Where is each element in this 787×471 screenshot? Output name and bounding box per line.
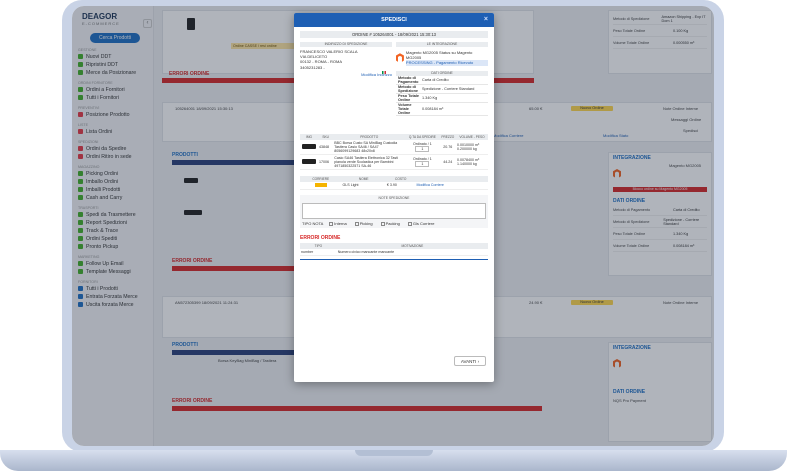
checkbox-icon[interactable] (329, 221, 334, 226)
courier-logo (314, 182, 327, 187)
note-textarea[interactable] (302, 202, 486, 219)
product-row: 17006 Casio SA46 Tastiera Elettronica 32 … (300, 154, 488, 170)
errori-mot: Numero civico mancante mancante (336, 248, 488, 256)
indirizzo-heading: INDIRIZZO DI SPEDIZIONE (300, 42, 392, 47)
courier-table: CORRIERE NOME COSTO GLS Light € 3.90 Modif… (300, 175, 488, 190)
product-row: 43848 BBC Borsa Custo SA MiniBag Custodia… (300, 139, 488, 155)
integrazione-heading: LE INTEGRAZIONE (396, 42, 488, 47)
dati-value: 1.340 Kg (422, 95, 438, 100)
products-table: IMG SKU PRODOTTO Q.TA DA SPEDIRE PREZZO VOLUM… (300, 133, 488, 170)
modal-header: SPEDISCI × (294, 13, 494, 27)
modifica-indirizzo-link[interactable]: Modifica Indirizzo (300, 72, 392, 77)
laptop-base (0, 450, 787, 471)
note-type-label: Gls Corriere (412, 220, 435, 226)
dati-row: Volume Totale Ordine 0.008184 m³ (396, 103, 488, 116)
courier-name: GLS Light (341, 181, 386, 190)
tipo-nota-label: TIPO NOTA (302, 220, 324, 226)
product-weight: 0.200000 kg (457, 146, 477, 151)
courier-row[interactable]: GLS Light € 3.90 Modifica Corriere (300, 181, 488, 190)
courier-cost: € 3.90 (385, 181, 416, 190)
laptop-notch (355, 450, 433, 456)
errori-tipo: number (300, 248, 337, 256)
errori-heading: ERRORI ORDINE (300, 234, 341, 241)
note-type-option[interactable]: Interna (329, 220, 347, 226)
dati-row: Metodo di Pagamento Carta di Credito (396, 76, 488, 85)
product-weight: 1.140000 kg (457, 161, 477, 166)
product-price: 44.24 (439, 154, 457, 170)
errori-row: number Numero civico mancante mancante (300, 248, 488, 256)
dati-key: Volume Totale Ordine (398, 102, 412, 115)
note-type-option[interactable]: Picking (354, 220, 373, 226)
app-screen: DEAGOR E-COMMERCE ‹ Cerca Prodotti GESTI… (72, 6, 714, 446)
integrazione-status: PROCESSING - Pagamento Ricevuto (405, 60, 488, 66)
italy-flag-icon (382, 71, 386, 74)
dati-row: Metodo di Spedizione Spedizione - Corrier… (396, 85, 488, 94)
order-number: ORDINE # 105264001 - 18/09/2021 15:30:13 (300, 31, 488, 38)
modal-title: SPEDISCI (381, 17, 407, 23)
checkbox-icon[interactable] (354, 221, 359, 226)
dati-value: Carta di Credito (422, 77, 449, 82)
dati-value: 0.008184 m³ (422, 106, 444, 111)
errori-table: TIPO MOTIVAZIONE number Numero civico man… (300, 242, 488, 256)
qty-input[interactable]: 1 (415, 160, 430, 167)
note-heading: NOTE SPEDIZIONE (378, 195, 410, 200)
note-type-option[interactable]: Gls Corriere (407, 220, 435, 226)
product-sku: 43848 (318, 139, 334, 155)
address-line: 3405231283 - (300, 64, 325, 70)
shipping-address: FRANCESCO VALERIO SCALA VIA DELICETO 00132… (300, 49, 392, 70)
qty-input[interactable]: 1 (415, 145, 430, 152)
avanti-label: AVANTI (460, 359, 477, 364)
product-image (302, 158, 316, 164)
dati-ordine-list: Metodo di Pagamento Carta di Credito Metod… (396, 76, 488, 116)
checkbox-icon[interactable] (407, 221, 412, 226)
product-image (302, 143, 316, 149)
note-type-row: TIPO NOTA Interna Picking Packing Gls Corri… (300, 221, 488, 226)
dati-value: Spedizione - Corriere Standard (422, 86, 475, 91)
product-name: BBC Borsa Custo SA MiniBag Custodia Tast… (333, 139, 406, 155)
product-name: Casio SA46 Tastiera Elettronica 32 Tasti… (333, 154, 406, 170)
dati-key: Metodo di Spedizione (398, 84, 419, 93)
checkbox-icon[interactable] (380, 221, 385, 226)
note-type-label: Packing (385, 220, 400, 226)
avanti-button[interactable]: AVANTI › (454, 356, 486, 366)
product-price: 20.76 (439, 139, 457, 155)
dati-key: Metodo di Pagamento (398, 75, 419, 84)
modifica-corriere-link[interactable]: Modifica Corriere (415, 181, 488, 190)
spedisci-modal: SPEDISCI × ORDINE # 105264001 - 18/09/20… (294, 13, 494, 382)
note-type-option[interactable]: Packing (380, 220, 400, 226)
magento-icon (396, 53, 404, 62)
close-icon[interactable]: × (484, 13, 488, 27)
dati-row: Peso Totale Ordine 1.340 Kg (396, 94, 488, 103)
dati-key: Peso Totale Ordine (398, 93, 420, 102)
integrazione-text: Magento MG2005 Status su Magento MG2005 (405, 50, 473, 61)
note-type-label: Picking (359, 220, 373, 226)
note-type-label: Interna (334, 220, 347, 226)
product-sku: 17006 (318, 154, 334, 170)
